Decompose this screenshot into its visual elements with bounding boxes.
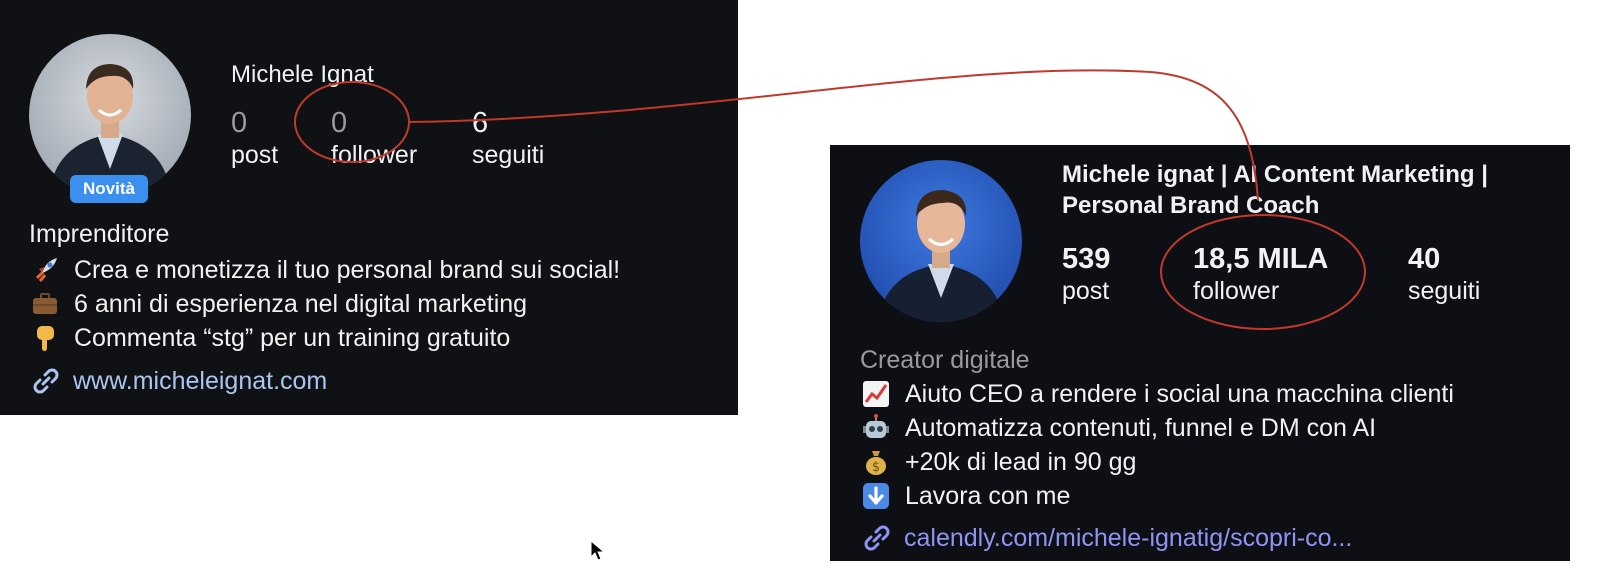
- stat-following[interactable]: 6 seguiti: [472, 106, 544, 170]
- bio-line: Lavora con me: [860, 479, 1454, 513]
- rocket-icon: [29, 255, 61, 285]
- bio-text: Lavora con me: [905, 482, 1071, 510]
- link-text[interactable]: www.micheleignat.com: [73, 367, 327, 396]
- bio-text: Crea e monetizza il tuo personal brand s…: [74, 256, 621, 284]
- stat-label: seguiti: [472, 141, 545, 169]
- stat-posts[interactable]: 0 post: [231, 106, 278, 170]
- down-arrow-icon: [860, 481, 892, 511]
- right-profile-card: Michele ignat | AI Content Marketing | P…: [830, 145, 1570, 561]
- bio-line: Automatizza contenuti, funnel e DM con A…: [860, 411, 1454, 445]
- pointing-down-hand-icon: [29, 323, 61, 353]
- avatar-photo: [29, 34, 191, 196]
- stat-followers[interactable]: 18,5 MILA follower: [1193, 242, 1328, 306]
- profile-category: Creator digitale: [860, 346, 1030, 374]
- bio-text: 6 anni di esperienza nel digital marketi…: [74, 290, 528, 318]
- stat-value: 6: [472, 107, 489, 139]
- profile-bio: Aiuto CEO a rendere i social una macchin…: [860, 377, 1454, 513]
- robot-icon: [860, 413, 892, 443]
- profile-avatar[interactable]: [29, 34, 191, 196]
- profile-avatar[interactable]: [860, 160, 1022, 322]
- link-text[interactable]: calendly.com/michele-ignatig/scopri-co..…: [904, 524, 1352, 553]
- bio-line: Aiuto CEO a rendere i social una macchin…: [860, 377, 1454, 411]
- stat-label: post: [1062, 277, 1110, 305]
- stat-followers[interactable]: 0 follower: [331, 106, 417, 170]
- briefcase-icon: [29, 289, 61, 319]
- profile-link[interactable]: www.micheleignat.com: [29, 364, 327, 398]
- profile-name: Michele ignat | AI Content Marketing | P…: [1062, 161, 1488, 219]
- stat-following[interactable]: 40 seguiti: [1408, 242, 1480, 306]
- bio-text: Automatizza contenuti, funnel e DM con A…: [905, 414, 1377, 442]
- avatar-photo: [860, 160, 1022, 322]
- money-bag-icon: $: [860, 447, 892, 477]
- link-icon: [33, 368, 59, 394]
- bio-text: +20k di lead in 90 gg: [905, 448, 1137, 476]
- stat-value: 539: [1062, 243, 1111, 275]
- chart-increasing-icon: [860, 379, 892, 409]
- profile-link[interactable]: calendly.com/michele-ignatig/scopri-co..…: [860, 521, 1352, 555]
- stat-label: follower: [331, 141, 418, 169]
- profile-name: Michele Ignat: [231, 61, 374, 88]
- mouse-cursor-icon: [590, 540, 606, 561]
- new-badge[interactable]: Novità: [70, 175, 148, 203]
- svg-text:$: $: [872, 460, 880, 475]
- stat-label: post: [231, 141, 279, 169]
- stat-value: 40: [1408, 243, 1441, 275]
- profile-category: Imprenditore: [29, 220, 170, 248]
- bio-line: 6 anni di esperienza nel digital marketi…: [29, 287, 620, 321]
- stat-value: 0: [231, 107, 248, 139]
- bio-text: Commenta “stg” per un training gratuito: [74, 324, 511, 352]
- stat-label: seguiti: [1408, 277, 1481, 305]
- bio-line: Commenta “stg” per un training gratuito: [29, 321, 620, 355]
- left-profile-card: Novità Michele Ignat 0 post 0 follower 6…: [0, 0, 738, 415]
- stat-label: follower: [1193, 277, 1280, 305]
- bio-line: Crea e monetizza il tuo personal brand s…: [29, 253, 620, 287]
- stat-posts[interactable]: 539 post: [1062, 242, 1110, 306]
- link-icon: [864, 525, 890, 551]
- stat-value: 18,5 MILA: [1193, 243, 1329, 275]
- bio-text: Aiuto CEO a rendere i social una macchin…: [905, 380, 1454, 408]
- profile-bio: Crea e monetizza il tuo personal brand s…: [29, 253, 620, 355]
- stat-value: 0: [331, 107, 348, 139]
- bio-line: $ +20k di lead in 90 gg: [860, 445, 1454, 479]
